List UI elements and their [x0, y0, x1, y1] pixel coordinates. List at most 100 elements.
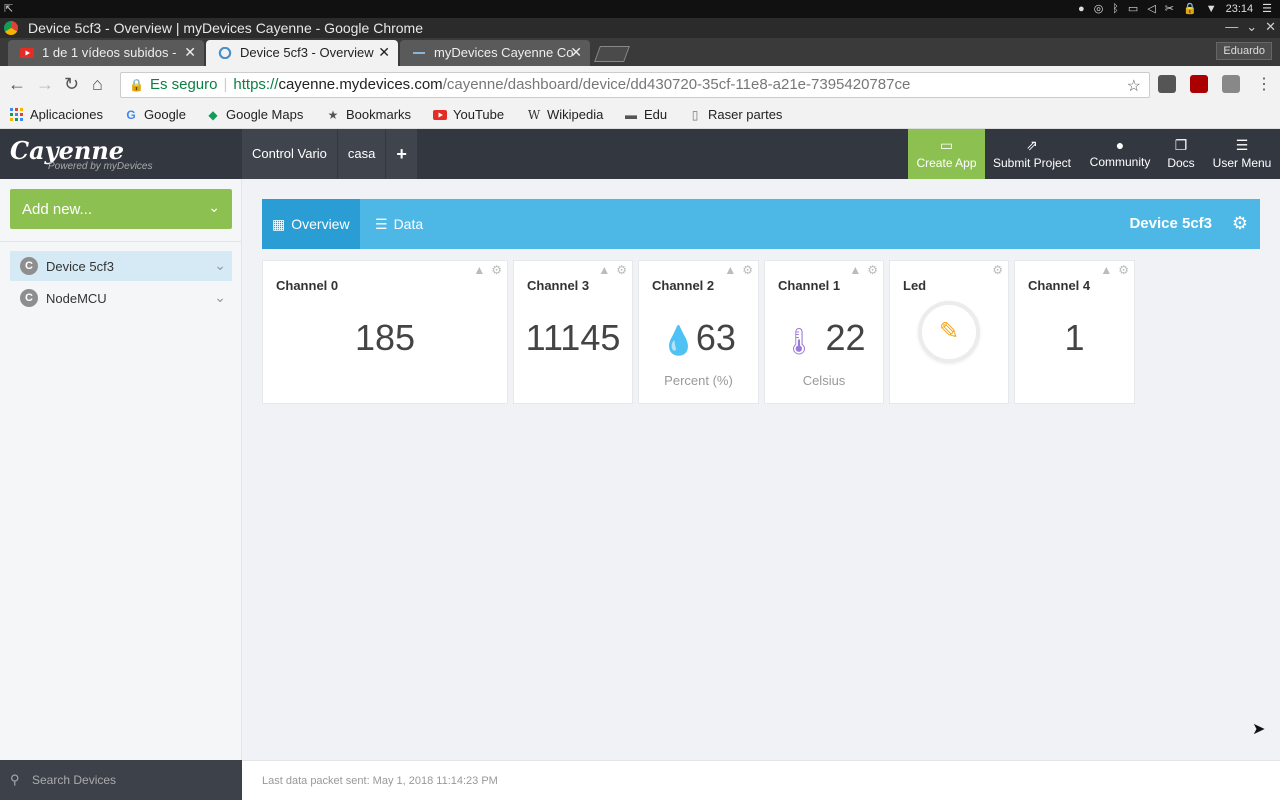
widget-value: 1: [1064, 317, 1085, 358]
display-icon[interactable]: ▭: [1128, 2, 1138, 15]
bookmark-apps[interactable]: Aplicaciones: [10, 107, 103, 122]
bookmark-bookmarks[interactable]: ★ Bookmarks: [326, 107, 411, 122]
create-app-button[interactable]: ▭ Create App: [908, 129, 985, 179]
apps-grid-icon: [10, 107, 23, 121]
forward-icon[interactable]: →: [36, 74, 54, 95]
submit-project-button[interactable]: ⇗ Submit Project: [988, 129, 1076, 179]
led-icon: ✎: [938, 318, 960, 345]
chart-icon[interactable]: ▲: [598, 263, 610, 277]
community-button[interactable]: ● Community: [1082, 129, 1158, 179]
widget-title: Led: [903, 278, 927, 293]
minimize-icon[interactable]: —: [1225, 19, 1238, 35]
widget-channel-3[interactable]: Channel 3 ▲ ⚙ 11145: [513, 260, 633, 404]
extension-bulb-icon[interactable]: [1158, 75, 1176, 93]
lock-icon[interactable]: 🔒: [1183, 2, 1197, 15]
bookmark-google-maps[interactable]: ◆ Google Maps: [206, 107, 303, 122]
bluetooth-icon[interactable]: ᛒ: [1112, 3, 1119, 15]
page-icon: ▯: [691, 107, 699, 122]
chrome-tray-icon[interactable]: ●: [1078, 3, 1085, 15]
os-menu-icon[interactable]: ⇱: [4, 2, 13, 15]
menu-icon[interactable]: ☰: [1262, 2, 1272, 15]
close-tab-icon[interactable]: ✕: [570, 44, 582, 61]
url-path: /cayenne/dashboard/device/dd430720-35cf-…: [442, 76, 911, 93]
tab-strip: 1 de 1 vídeos subidos - ✕ Device 5cf3 - …: [0, 38, 1280, 66]
bookmarks-bar: Aplicaciones G Google ◆ Google Maps ★ Bo…: [0, 104, 1280, 129]
back-icon[interactable]: ←: [8, 74, 26, 95]
bookmark-google[interactable]: G Google: [124, 107, 186, 122]
gear-icon[interactable]: ⚙: [1118, 263, 1129, 277]
wikipedia-icon: W: [527, 107, 541, 122]
bookmark-youtube[interactable]: YouTube: [433, 107, 504, 122]
browser-tab-cayenne[interactable]: Device 5cf3 - Overview ✕: [206, 40, 398, 66]
widget-channel-4[interactable]: Channel 4 ▲ ⚙ 1: [1014, 260, 1135, 404]
chevron-down-icon: ⌄: [208, 199, 220, 215]
docs-button[interactable]: ❐ Docs: [1162, 129, 1200, 179]
gear-icon[interactable]: ⚙: [491, 263, 502, 277]
led-toggle[interactable]: ✎: [918, 301, 980, 363]
bookmark-star-icon[interactable]: ☆: [1127, 76, 1141, 96]
widget-value: 63: [695, 317, 736, 358]
dashboard-icon: ▦: [272, 216, 286, 232]
ublock-icon[interactable]: [1190, 75, 1208, 93]
volume-icon[interactable]: ◁: [1147, 2, 1155, 15]
device-icon: C: [20, 289, 38, 307]
chart-icon[interactable]: ▲: [724, 263, 736, 277]
window-title-bar: Device 5cf3 - Overview | myDevices Cayen…: [0, 18, 1280, 38]
widget-unit: Percent (%): [664, 373, 733, 388]
chevron-down-icon[interactable]: ⌄: [214, 289, 226, 306]
browser-toolbar: ← → ↻ ⌂ 🔒 Es seguro | https://cayenne.mydev…: [0, 66, 1280, 104]
widget-unit: Celsius: [802, 373, 846, 388]
widget-led[interactable]: Led ⚙ ✎: [889, 260, 1009, 404]
sidebar-device-5cf3[interactable]: C Device 5cf3 ⌄: [10, 251, 232, 281]
main-content: ▦ Overview ☰ Data Device 5cf3 ⚙ Channel …: [242, 179, 1280, 760]
close-tab-icon[interactable]: ✕: [378, 44, 390, 61]
gear-icon[interactable]: ⚙: [867, 263, 878, 277]
chart-icon[interactable]: ▲: [849, 263, 861, 277]
extension-icon[interactable]: [1222, 75, 1240, 93]
chart-icon[interactable]: ▲: [1100, 263, 1112, 277]
dropdown-icon[interactable]: ▼: [1206, 3, 1217, 15]
gear-icon[interactable]: ⚙: [742, 263, 753, 277]
chart-icon[interactable]: ▲: [473, 263, 485, 277]
logo-subtitle: Powered by myDevices: [48, 161, 153, 172]
gear-icon[interactable]: ⚙: [992, 263, 1003, 277]
add-project-button[interactable]: +: [386, 129, 418, 179]
project-tab-casa[interactable]: casa: [338, 129, 387, 179]
browser-tab-youtube[interactable]: 1 de 1 vídeos subidos - ✕: [8, 40, 204, 66]
profile-button[interactable]: Eduardo: [1216, 42, 1272, 60]
tab-data[interactable]: ☰ Data: [365, 199, 433, 249]
project-tab-control-vario[interactable]: Control Vario: [242, 129, 338, 179]
chevron-down-icon[interactable]: ⌄: [214, 257, 226, 274]
device-tab-bar: ▦ Overview ☰ Data Device 5cf3 ⚙: [262, 199, 1260, 249]
add-new-button[interactable]: Add new... ⌄: [10, 189, 232, 229]
maximize-icon[interactable]: ⌄: [1246, 19, 1257, 35]
address-bar[interactable]: 🔒 Es seguro | https://cayenne.mydevices.com…: [120, 72, 1150, 98]
widget-value: 22: [825, 317, 866, 358]
sidebar-device-nodemcu[interactable]: C NodeMCU ⌄: [10, 283, 232, 313]
bookmark-wikipedia[interactable]: W Wikipedia: [527, 107, 604, 122]
close-window-icon[interactable]: ✕: [1265, 19, 1276, 35]
widget-channel-2[interactable]: Channel 2 ▲ ⚙ 💧63 Percent (%): [638, 260, 759, 404]
close-tab-icon[interactable]: ✕: [184, 44, 196, 61]
bookmark-raser-partes[interactable]: ▯ Raser partes: [688, 107, 783, 122]
divider: [0, 241, 242, 242]
thermometer-icon: 🌡: [782, 326, 816, 356]
bookmark-edu[interactable]: ▬ Edu: [624, 107, 667, 122]
widget-channel-1[interactable]: Channel 1 ▲ ⚙ 🌡 22 Celsius: [764, 260, 884, 404]
widget-channel-0[interactable]: Channel 0 ▲ ⚙ 185: [262, 260, 508, 404]
search-devices-input[interactable]: ⚲ Search Devices: [0, 760, 242, 800]
tab-overview[interactable]: ▦ Overview: [262, 199, 360, 249]
network-icon[interactable]: ◎: [1094, 2, 1104, 15]
new-tab-button[interactable]: [594, 46, 630, 62]
widget-title: Channel 2: [652, 278, 715, 293]
user-menu-button[interactable]: ☰ User Menu: [1208, 129, 1276, 179]
project-tabs: Control Vario casa +: [242, 129, 418, 179]
gear-icon[interactable]: ⚙: [616, 263, 627, 277]
home-icon[interactable]: ⌂: [92, 74, 103, 95]
scissors-icon[interactable]: ✂: [1165, 2, 1174, 15]
reload-icon[interactable]: ↻: [64, 74, 79, 95]
gear-icon[interactable]: ⚙: [1232, 213, 1248, 234]
chrome-menu-icon[interactable]: ⋮: [1256, 74, 1272, 94]
cayenne-icon: [218, 47, 232, 59]
browser-tab-mydevices[interactable]: myDevices Cayenne Co ✕: [400, 40, 590, 66]
